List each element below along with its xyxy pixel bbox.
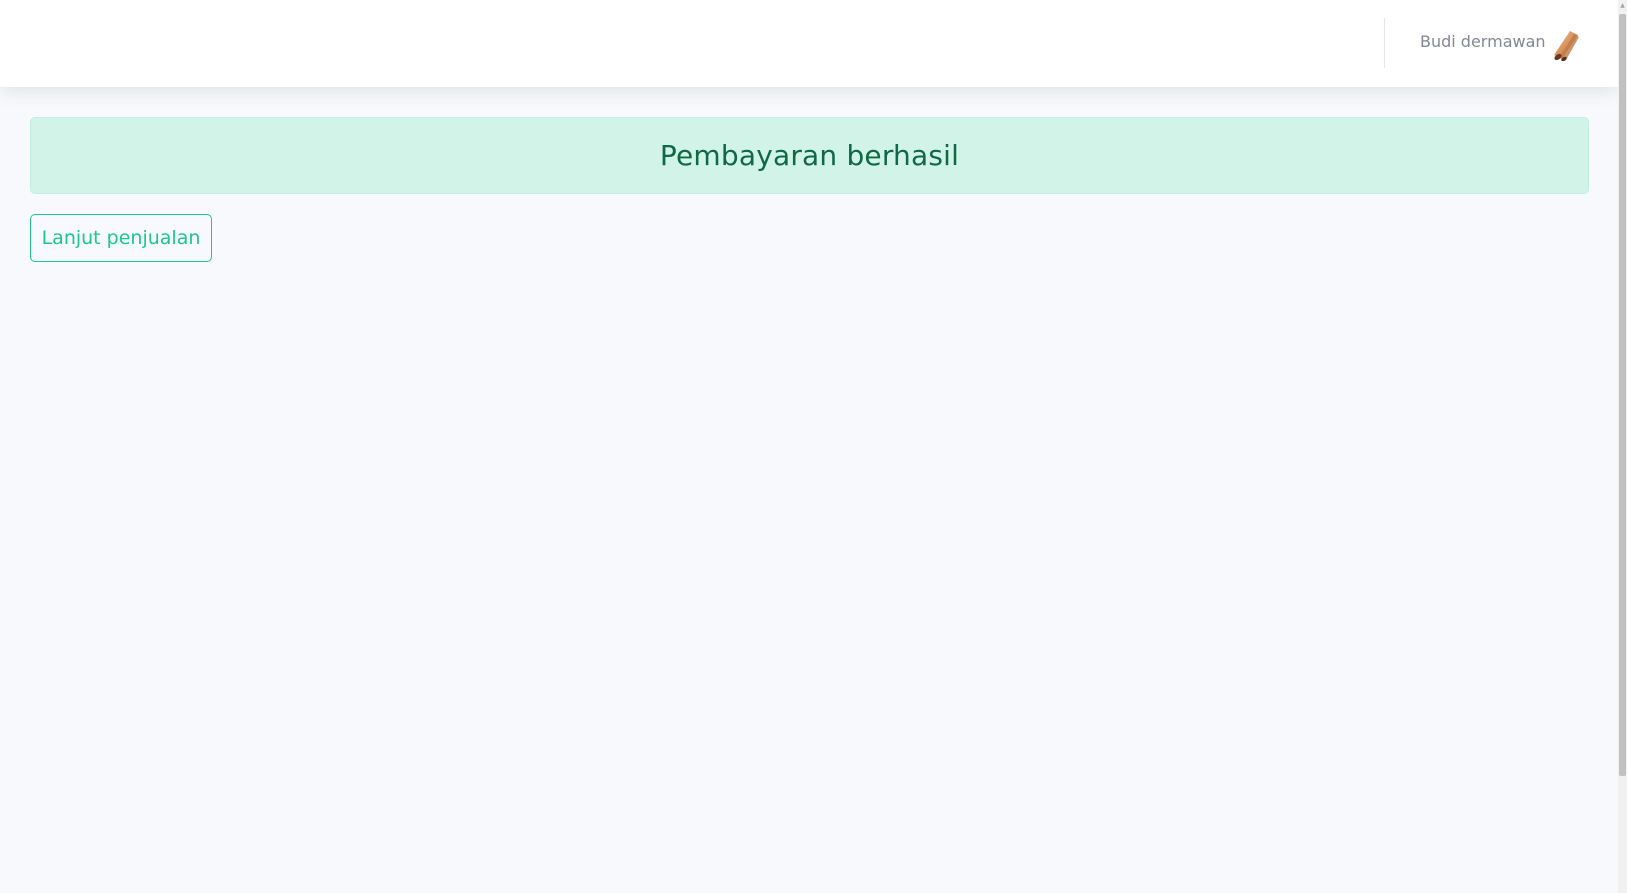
avatar-icon <box>1548 25 1584 62</box>
alert-message: Pembayaran berhasil <box>659 139 960 172</box>
user-menu[interactable]: Budi dermawan <box>1400 18 1600 68</box>
success-alert: Pembayaran berhasil <box>30 117 1589 194</box>
scrollbar-thumb[interactable] <box>1619 14 1626 776</box>
vertical-scrollbar[interactable]: ▲ <box>1618 0 1627 893</box>
main-content: Pembayaran berhasil Lanjut penjualan <box>0 87 1618 893</box>
scroll-up-icon[interactable]: ▲ <box>1619 3 1626 9</box>
user-name: Budi dermawan <box>1420 32 1546 51</box>
continue-selling-button[interactable]: Lanjut penjualan <box>30 214 212 262</box>
topbar-divider <box>1384 18 1385 68</box>
top-navbar: Budi dermawan <box>0 0 1618 87</box>
